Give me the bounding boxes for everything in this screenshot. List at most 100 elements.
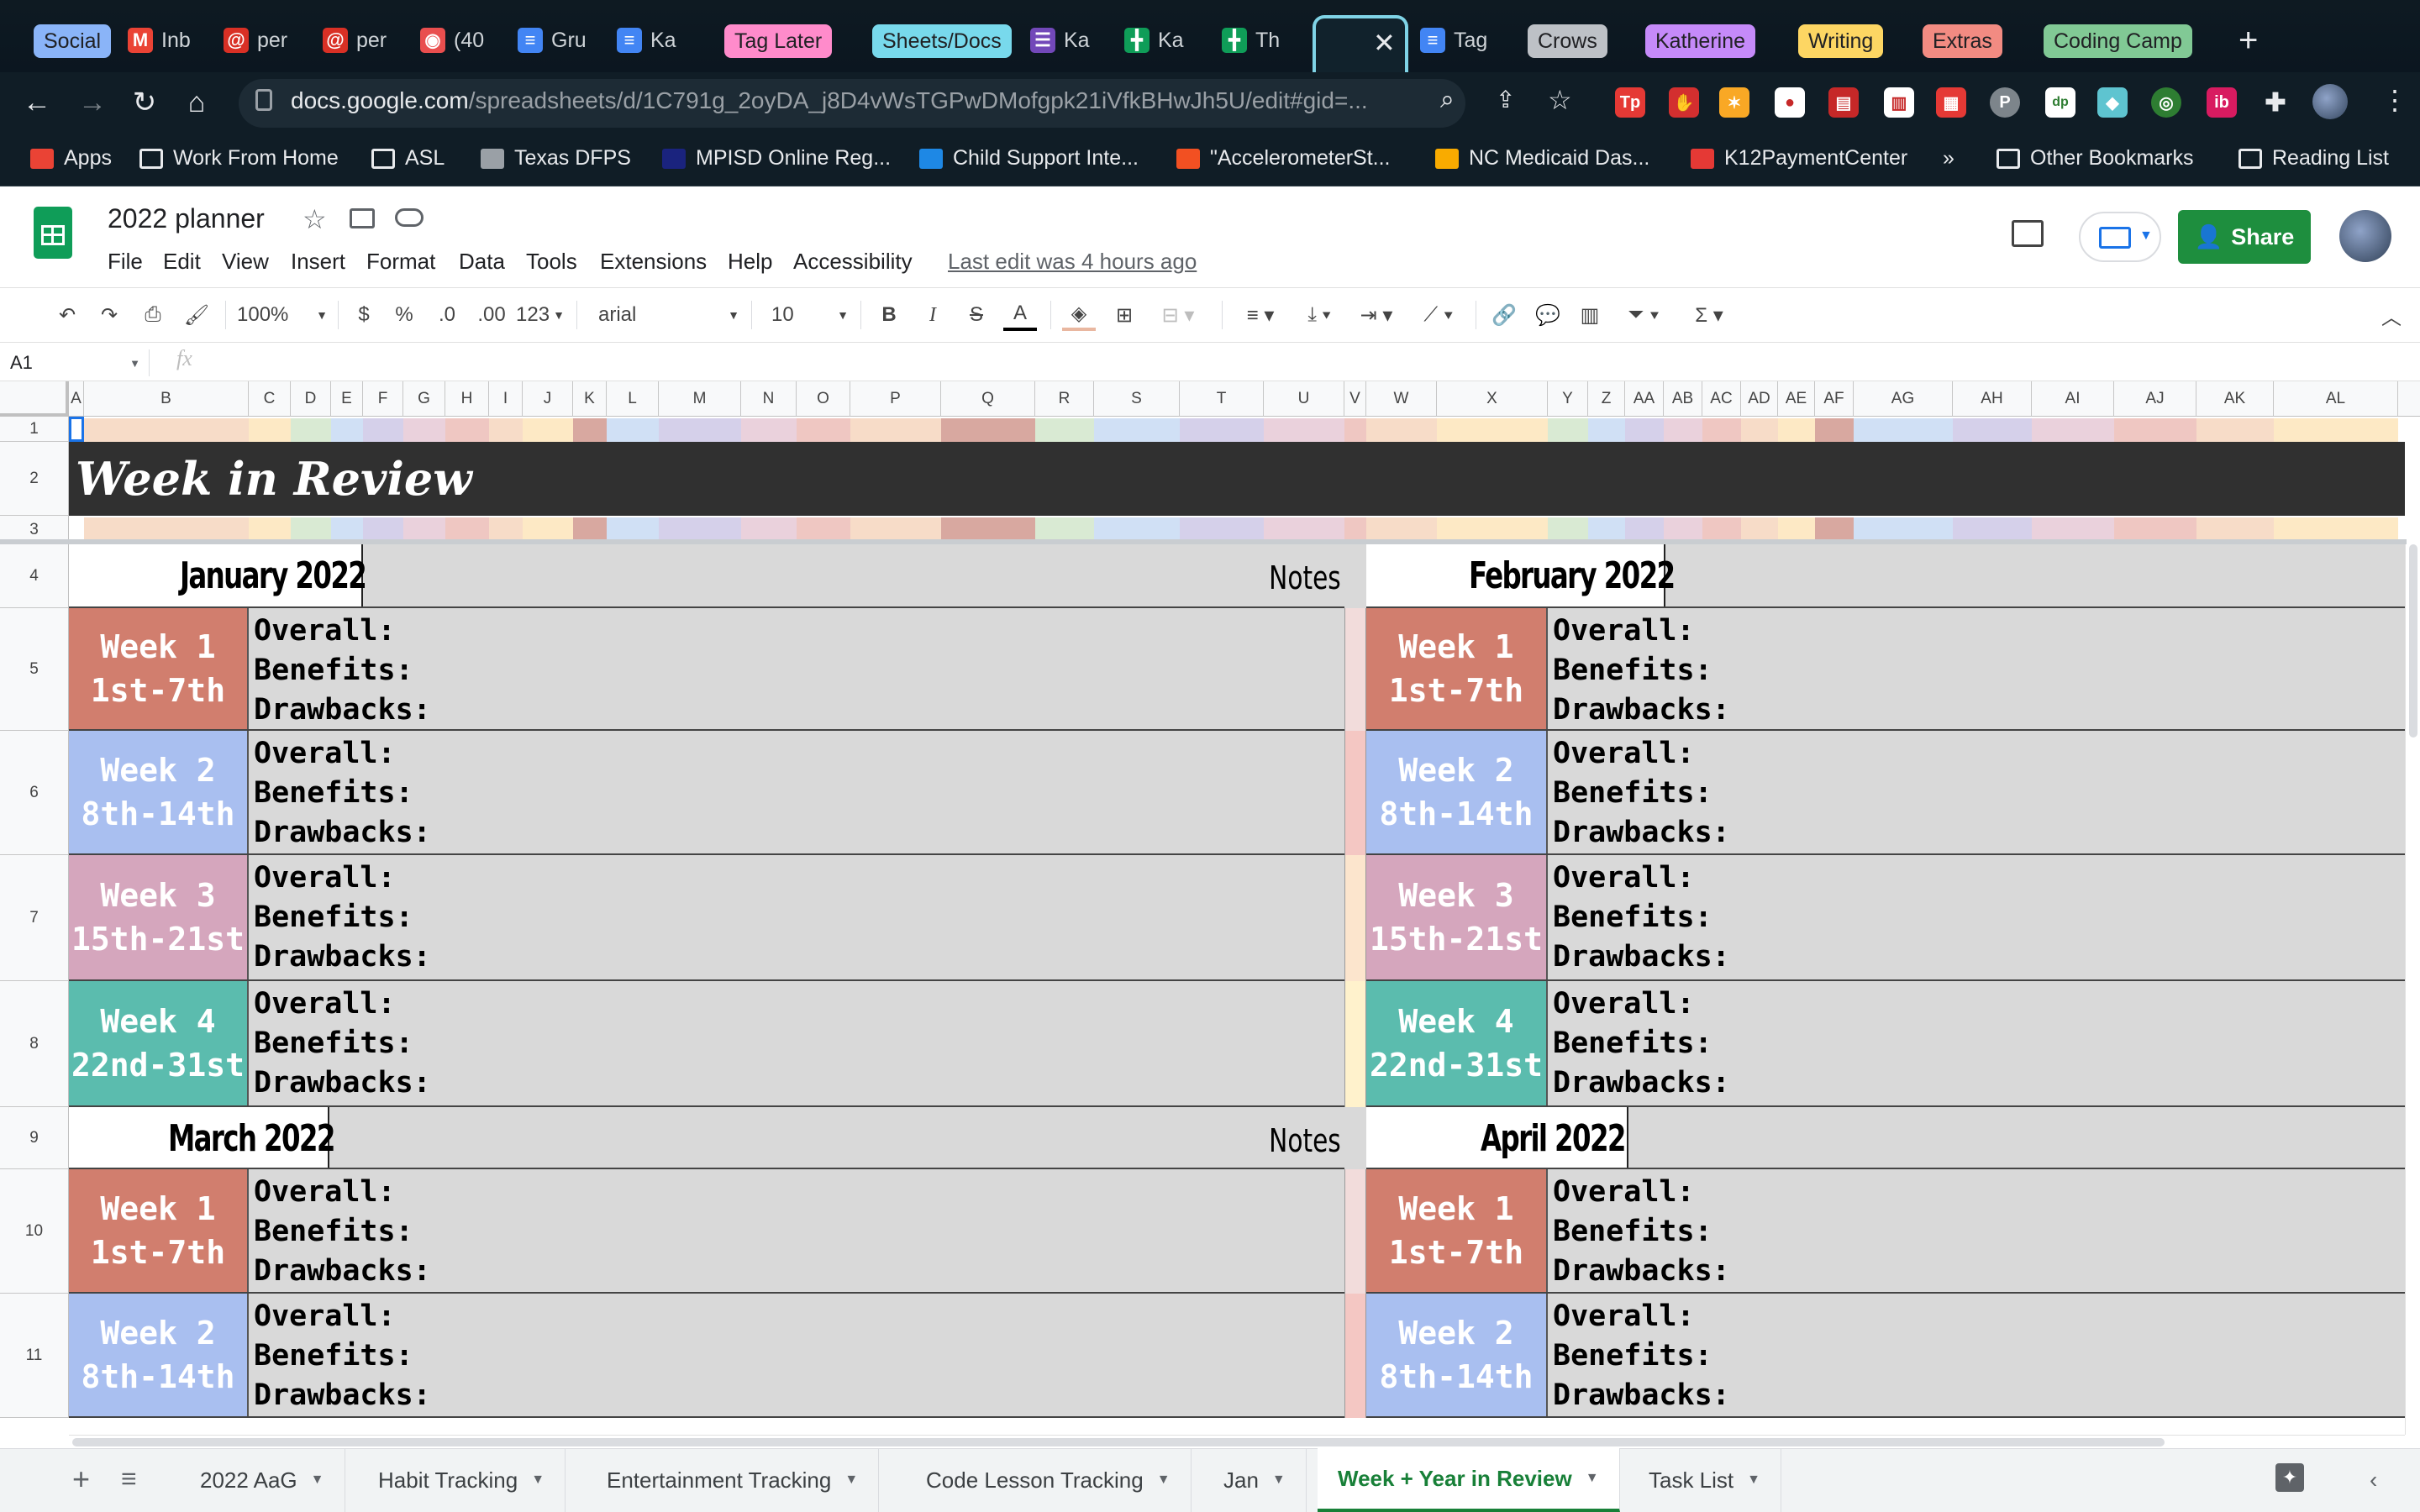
row-header-10[interactable]: 10 [0,1169,69,1294]
review-notes-cell[interactable]: Overall: Benefits: Drawbacks: [254,1297,431,1415]
name-box[interactable]: A1 ▼ [10,349,150,376]
add-sheet-icon[interactable]: + [72,1462,90,1497]
column-header-x[interactable]: X [1437,381,1548,417]
text-wrap-icon[interactable]: ⇥ ▾ [1353,299,1400,331]
document-title[interactable]: 2022 planner [108,203,265,234]
explore-icon[interactable]: ✦ [2275,1463,2304,1492]
column-header-b[interactable]: B [84,381,249,417]
font-size-select[interactable]: 10 ▼ [771,299,849,331]
review-notes-cell[interactable]: Overall: Benefits: Drawbacks: [254,734,431,853]
row-header-7[interactable]: 7 [0,855,69,981]
insert-chart-icon[interactable]: ▥ [1573,299,1607,331]
extension-book-icon[interactable]: ▤ [1828,87,1859,118]
column-header-n[interactable]: N [741,381,797,417]
present-button[interactable]: ▼ [2079,212,2161,262]
insert-comment-icon[interactable]: 💬 [1531,299,1565,331]
search-icon[interactable]: ⌕ [1440,86,1455,114]
menu-edit[interactable]: Edit [163,249,201,275]
review-notes-cell[interactable]: Overall: Benefits: Drawbacks: [254,984,431,1103]
menu-data[interactable]: Data [459,249,505,275]
week-label-cell[interactable]: Week 1 1st-7th [69,608,249,731]
share-button[interactable]: 👤 Share [2178,210,2311,264]
week-label-cell[interactable]: Week 1 1st-7th [1366,608,1548,731]
review-notes-cell[interactable]: Overall: Benefits: Drawbacks: [254,1173,431,1291]
profile-avatar[interactable] [2312,84,2348,119]
account-avatar[interactable] [2339,210,2391,262]
bookmark-reading-list[interactable]: Reading List [2238,146,2389,171]
row-header-5[interactable]: 5 [0,608,69,731]
new-tab-button[interactable]: + [2238,22,2258,60]
column-header-z[interactable]: Z [1588,381,1625,417]
column-header-f[interactable]: F [363,381,403,417]
week-label-cell[interactable]: Week 3 15th-21st [1366,855,1548,981]
column-header-al[interactable]: AL [2274,381,2398,417]
column-header-v[interactable]: V [1344,381,1366,417]
bookmark-more[interactable]: » [1943,146,1954,171]
scrollbar-thumb[interactable] [2409,544,2417,738]
bookmark-apps[interactable]: Apps [30,146,112,171]
vertical-scrollbar[interactable] [2405,544,2420,1435]
menu-help[interactable]: Help [728,249,772,275]
chevron-down-icon[interactable]: ▼ [844,1473,858,1488]
redo-icon[interactable]: ↷ [92,299,126,331]
chevron-down-icon[interactable]: ▼ [1157,1473,1171,1488]
tab-group-crows[interactable]: Crows [1528,24,1607,58]
italic-icon[interactable]: I [918,299,948,331]
review-notes-cell[interactable]: Overall: Benefits: Drawbacks: [1553,734,1730,853]
horizontal-scrollbar[interactable] [69,1435,2405,1448]
column-header-d[interactable]: D [291,381,331,417]
bookmark-other-bookmarks[interactable]: Other Bookmarks [1996,146,2194,171]
bold-icon[interactable]: B [874,299,904,331]
column-header-ah[interactable]: AH [1953,381,2032,417]
tab-group-tag-later[interactable]: Tag Later [724,24,833,58]
text-rotation-icon[interactable]: ⟋ ▾ [1415,299,1462,331]
column-header-o[interactable]: O [797,381,850,417]
browser-tab[interactable]: M Inb [128,17,202,64]
row-header-2[interactable]: 2 [0,442,69,516]
sheet-tab-habit-tracking[interactable]: Habit Tracking ▼ [358,1448,566,1512]
row-header-4[interactable]: 4 [0,544,69,608]
back-button[interactable]: ← [20,86,54,119]
bookmark-mpisd-online-reg[interactable]: MPISD Online Reg... [662,146,891,171]
sheet-tab-code-lesson-tracking[interactable]: Code Lesson Tracking ▼ [906,1448,1192,1512]
column-header-h[interactable]: H [445,381,489,417]
row-header-9[interactable]: 9 [0,1107,69,1169]
browser-tab[interactable]: ≡ Gru [518,17,592,64]
undo-icon[interactable]: ↶ [50,299,84,331]
chevron-down-icon[interactable]: ▼ [1747,1473,1760,1488]
filter-icon[interactable]: ⏷ ▾ [1618,299,1669,331]
review-notes-cell[interactable]: Overall: Benefits: Drawbacks: [1553,612,1730,730]
browser-tab[interactable]: ≡ Ka [617,17,691,64]
all-sheets-icon[interactable]: ≡ [121,1463,137,1494]
merge-cells-icon[interactable]: ⊟ ▾ [1153,299,1203,331]
tab-group-sheets-docs[interactable]: Sheets/Docs [872,24,1012,58]
font-select[interactable]: arial ▼ [598,299,739,331]
share-page-icon[interactable]: ⇪ [1496,86,1515,113]
strikethrough-icon[interactable]: S [961,299,992,331]
decrease-decimal-button[interactable]: .0 [430,299,464,331]
text-color-icon[interactable]: A [1003,299,1037,331]
url-text[interactable]: docs.google.com/spreadsheets/d/1C791g_2o… [291,87,1368,114]
column-header-j[interactable]: J [523,381,573,417]
extension-tp-icon[interactable]: Tp [1615,87,1645,118]
currency-format-button[interactable]: $ [351,299,376,331]
bookmark-k12paymentcenter[interactable]: K12PaymentCenter [1691,146,1907,171]
extension-doc-icon[interactable]: ▥ [1884,87,1914,118]
review-notes-cell[interactable]: Overall: Benefits: Drawbacks: [1553,984,1730,1103]
column-header-ab[interactable]: AB [1664,381,1702,417]
zoom-select[interactable]: 100% ▼ [237,299,328,331]
bookmark-texas-dfps[interactable]: Texas DFPS [481,146,631,171]
extension-dp-icon[interactable]: dp [2045,87,2075,118]
column-header-r[interactable]: R [1035,381,1094,417]
row-header-11[interactable]: 11 [0,1294,69,1418]
chevron-down-icon[interactable]: ▼ [1272,1473,1286,1488]
column-header-aa[interactable]: AA [1625,381,1664,417]
extension-ib-icon[interactable]: ib [2207,87,2237,118]
column-header-y[interactable]: Y [1548,381,1588,417]
week-label-cell[interactable]: Week 1 1st-7th [1366,1169,1548,1294]
selected-cell-a1[interactable] [69,417,84,442]
percent-format-button[interactable]: % [392,299,417,331]
row-header-8[interactable]: 8 [0,981,69,1107]
insert-link-icon[interactable]: 🔗 [1487,299,1521,331]
week-label-cell[interactable]: Week 4 22nd-31st [1366,981,1548,1107]
